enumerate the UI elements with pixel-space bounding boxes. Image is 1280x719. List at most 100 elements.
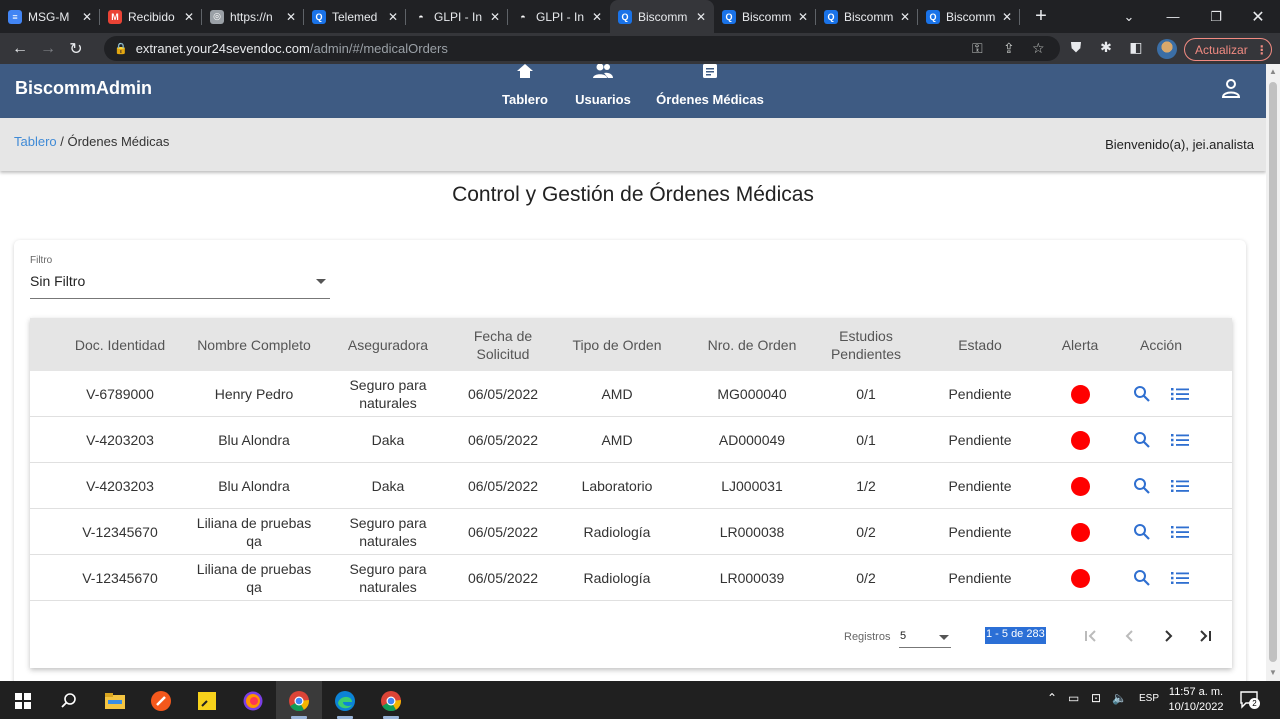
page-scrollbar[interactable]: ▲ ▼ [1266, 64, 1280, 681]
chrome-icon[interactable] [288, 690, 310, 712]
nav-tablero[interactable]: Tablero [500, 64, 550, 107]
tab-close-icon[interactable]: ✕ [798, 10, 808, 24]
cell-fecha-solicitud: 06/05/2022 [467, 570, 539, 586]
browser-tab[interactable]: Q Telemed ✕ [304, 0, 406, 33]
list-details-icon[interactable] [1170, 522, 1190, 542]
chrome-icon[interactable] [380, 690, 402, 712]
view-details-search-icon[interactable] [1132, 476, 1152, 496]
column-header-estudios-pendientes[interactable]: Estudios Pendientes [816, 318, 916, 371]
browser-tab[interactable]: ◎ https://n ✕ [202, 0, 304, 33]
list-details-icon[interactable] [1170, 568, 1190, 588]
view-details-search-icon[interactable] [1132, 430, 1152, 450]
minimize-button[interactable]: — [1151, 0, 1195, 33]
nav-ordenes-medicas[interactable]: Órdenes Médicas [655, 64, 765, 107]
column-header-alerta[interactable]: Alerta [1050, 318, 1110, 371]
search-icon[interactable] [58, 690, 80, 712]
share-icon[interactable]: ⇪ [1003, 40, 1015, 57]
cell-estudios-pendientes: 1/2 [856, 478, 876, 494]
browser-tab[interactable]: ◓ GLPI - In ✕ [406, 0, 508, 33]
notification-center-icon[interactable]: 2 [1240, 691, 1260, 709]
bookmark-star-icon[interactable]: ☆ [1032, 40, 1045, 57]
column-header-fecha-solicitud[interactable]: Fecha de Solicitud [453, 318, 553, 371]
reload-button[interactable]: ↻ [62, 39, 90, 59]
close-window-button[interactable]: ✕ [1236, 0, 1280, 33]
browser-tab[interactable]: M Recibido ✕ [100, 0, 202, 33]
page-size-select[interactable]: 5 [899, 627, 951, 648]
filter-select[interactable]: Filtro Sin Filtro [30, 255, 330, 299]
update-button[interactable]: Actualizar ⋮ [1184, 38, 1272, 61]
browser-tab[interactable]: Q Biscomm ✕ [610, 0, 714, 33]
tab-close-icon[interactable]: ✕ [388, 10, 398, 24]
windows-start-icon[interactable] [12, 690, 34, 712]
tab-close-icon[interactable]: ✕ [490, 10, 500, 24]
tab-close-icon[interactable]: ✕ [900, 10, 910, 24]
tab-close-icon[interactable]: ✕ [184, 10, 194, 24]
browser-tab[interactable]: ≡ MSG-M ✕ [0, 0, 100, 33]
column-header-aseguradora[interactable]: Aseguradora [333, 318, 443, 371]
tab-close-icon[interactable]: ✕ [1002, 10, 1012, 24]
extensions-puzzle-icon[interactable]: ✱ [1096, 39, 1116, 59]
app-brand[interactable]: BiscommAdmin [15, 78, 152, 99]
account-icon[interactable] [1219, 77, 1243, 106]
tab-close-icon[interactable]: ✕ [82, 10, 92, 24]
profile-avatar[interactable] [1157, 39, 1177, 59]
battery-icon[interactable]: ▭ [1068, 691, 1079, 705]
list-details-icon[interactable] [1170, 430, 1190, 450]
maximize-button[interactable]: ❐ [1194, 0, 1238, 33]
column-header-nro-orden[interactable]: Nro. de Orden [692, 318, 812, 371]
tab-search-icon[interactable]: ⌄ [1107, 0, 1151, 33]
tab-close-icon[interactable]: ✕ [286, 10, 296, 24]
cell-tipo-orden: Laboratorio [581, 478, 653, 494]
column-header-estado[interactable]: Estado [930, 318, 1030, 371]
file-explorer-icon[interactable] [104, 690, 126, 712]
view-details-search-icon[interactable] [1132, 384, 1152, 404]
key-icon[interactable]: ⚿ [972, 40, 983, 57]
browser-tab[interactable]: Q Biscomm ✕ [918, 0, 1020, 33]
column-header-tipo-orden[interactable]: Tipo de Orden [557, 318, 677, 371]
side-panel-icon[interactable]: ◧ [1126, 39, 1146, 59]
next-page-button[interactable] [1157, 625, 1179, 647]
volume-icon[interactable]: 🔈 [1112, 691, 1127, 705]
new-tab-button[interactable]: + [1030, 5, 1052, 28]
view-details-search-icon[interactable] [1132, 522, 1152, 542]
address-bar[interactable]: 🔒 extranet.your24sevendoc.com/admin/#/me… [104, 36, 1060, 61]
column-header-accion[interactable]: Acción [1121, 318, 1201, 371]
view-details-search-icon[interactable] [1132, 568, 1152, 588]
cell-estado: Pendiente [948, 524, 1012, 540]
forward-button[interactable]: → [34, 40, 62, 58]
browser-tab[interactable]: Q Biscomm ✕ [816, 0, 918, 33]
column-header-doc-identidad[interactable]: Doc. Identidad [60, 318, 180, 371]
edge-icon[interactable] [334, 690, 356, 712]
list-details-icon[interactable] [1170, 384, 1190, 404]
tray-chevron-icon[interactable]: ⌃ [1047, 691, 1057, 705]
scroll-down-icon[interactable]: ▼ [1269, 668, 1277, 677]
language-indicator[interactable]: ESP [1139, 693, 1159, 704]
column-header-nombre-completo[interactable]: Nombre Completo [189, 318, 319, 371]
browser-tab[interactable]: ◓ GLPI - In ✕ [508, 0, 610, 33]
system-clock[interactable]: 11:57 a. m. 10/10/2022 [1164, 685, 1228, 715]
scroll-up-icon[interactable]: ▲ [1269, 67, 1277, 76]
firefox-icon[interactable] [242, 690, 264, 712]
tab-close-icon[interactable]: ✕ [592, 10, 602, 24]
list-details-icon[interactable] [1170, 476, 1190, 496]
nav-usuarios[interactable]: Usuarios [572, 64, 634, 107]
extension-shield-icon[interactable]: ⛊ [1066, 39, 1086, 59]
sticky-notes-icon[interactable] [196, 690, 218, 712]
scrollbar-thumb[interactable] [1269, 82, 1277, 662]
table-row[interactable]: V-12345670 Liliana de pruebas qa Seguro pa… [30, 555, 1232, 601]
network-icon[interactable]: ⊡ [1091, 691, 1101, 705]
tab-close-icon[interactable]: ✕ [696, 10, 706, 24]
app-orange-icon[interactable] [150, 690, 172, 712]
table-row[interactable]: V-6789000 Henry Pedro Seguro para naturale… [30, 371, 1232, 417]
table-row[interactable]: V-4203203 Blu Alondra Daka 06/05/2022 Labora… [30, 463, 1232, 509]
back-button[interactable]: ← [6, 40, 34, 58]
browser-tab[interactable]: Q Biscomm ✕ [714, 0, 816, 33]
cell-alerta [1050, 509, 1110, 555]
more-menu-icon[interactable]: ⋮ [1256, 43, 1268, 57]
last-page-button[interactable] [1194, 625, 1216, 647]
previous-page-button[interactable] [1119, 625, 1141, 647]
breadcrumb-link-tablero[interactable]: Tablero [14, 134, 57, 149]
table-row[interactable]: V-4203203 Blu Alondra Daka 06/05/2022 AMD AD0… [30, 417, 1232, 463]
first-page-button[interactable] [1080, 625, 1102, 647]
table-row[interactable]: V-12345670 Liliana de pruebas qa Seguro pa… [30, 509, 1232, 555]
